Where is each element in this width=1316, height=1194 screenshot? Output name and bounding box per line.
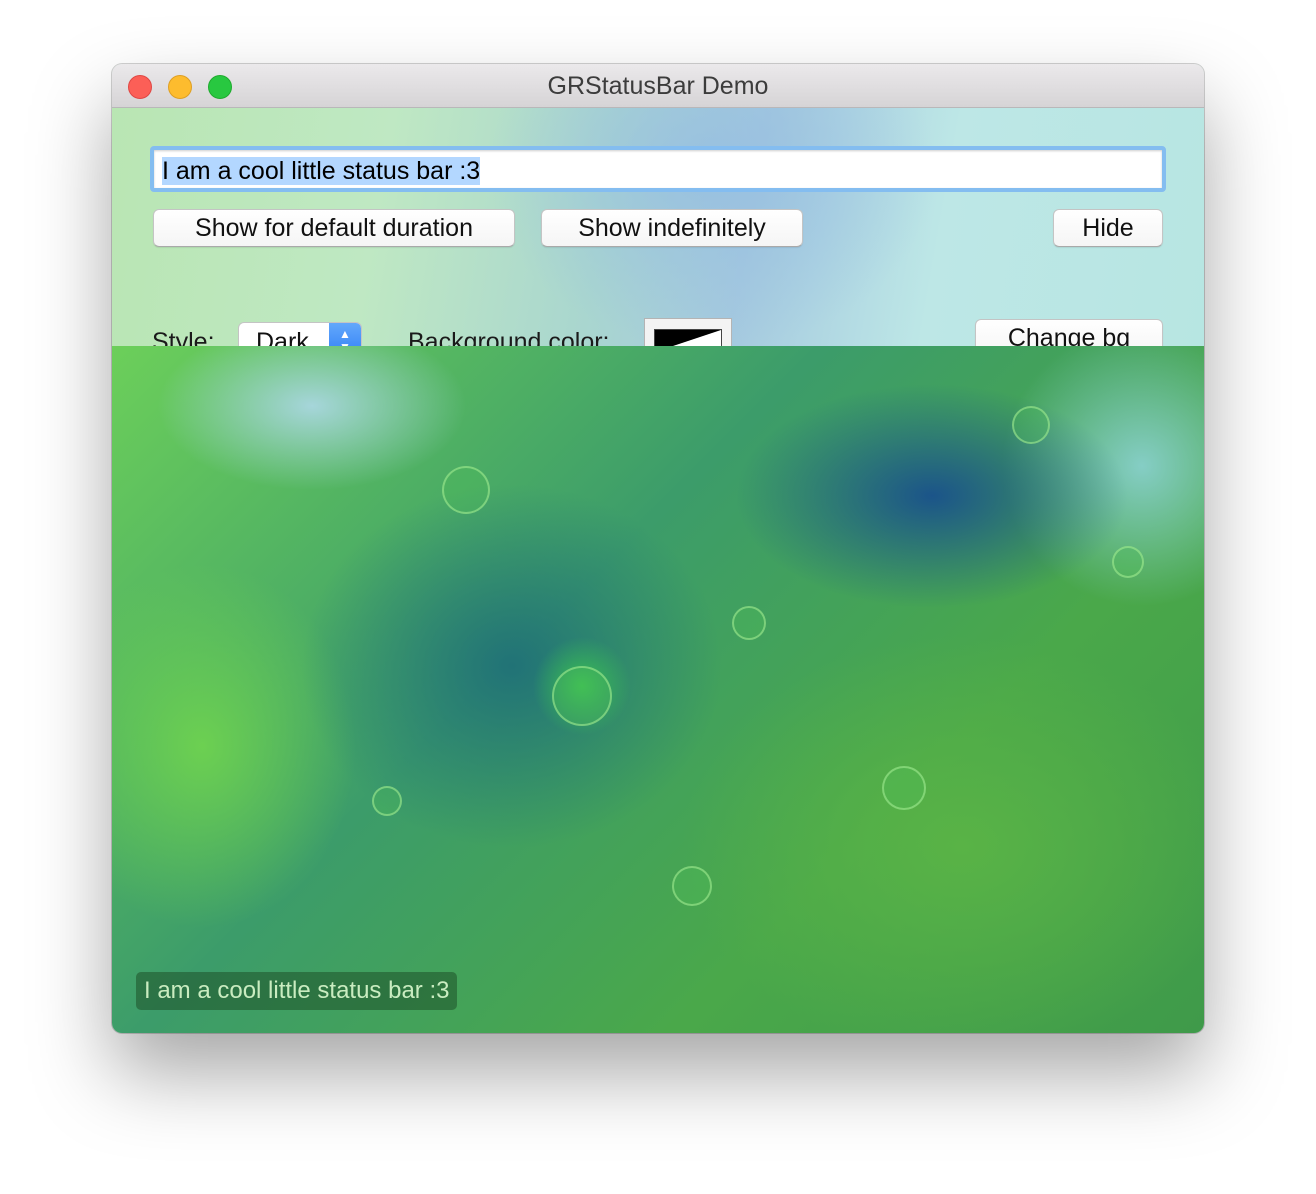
bubble-decoration <box>672 866 712 906</box>
bubble-decoration <box>1012 406 1050 444</box>
bubble-decoration <box>1112 546 1144 578</box>
bubble-decoration <box>882 766 926 810</box>
title-bar[interactable]: GRStatusBar Demo <box>112 64 1204 108</box>
background-image: I am a cool little status bar :3 <box>112 346 1204 1033</box>
hide-button[interactable]: Hide <box>1053 209 1163 247</box>
status-bar: I am a cool little status bar :3 <box>136 972 458 1010</box>
bubble-decoration <box>442 466 490 514</box>
bubble-decoration <box>552 666 612 726</box>
show-default-duration-button[interactable]: Show for default duration <box>153 209 515 247</box>
app-window: GRStatusBar Demo I am a cool little stat… <box>112 64 1204 1033</box>
window-title: GRStatusBar Demo <box>547 72 769 100</box>
controls-panel: I am a cool little status bar :3 Show fo… <box>112 108 1204 364</box>
bubble-decoration <box>732 606 766 640</box>
bubble-decoration <box>372 786 402 816</box>
message-field-text: I am a cool little status bar :3 <box>162 157 481 185</box>
show-indefinitely-button[interactable]: Show indefinitely <box>541 209 803 247</box>
message-field[interactable]: I am a cool little status bar :3 <box>150 146 1166 192</box>
